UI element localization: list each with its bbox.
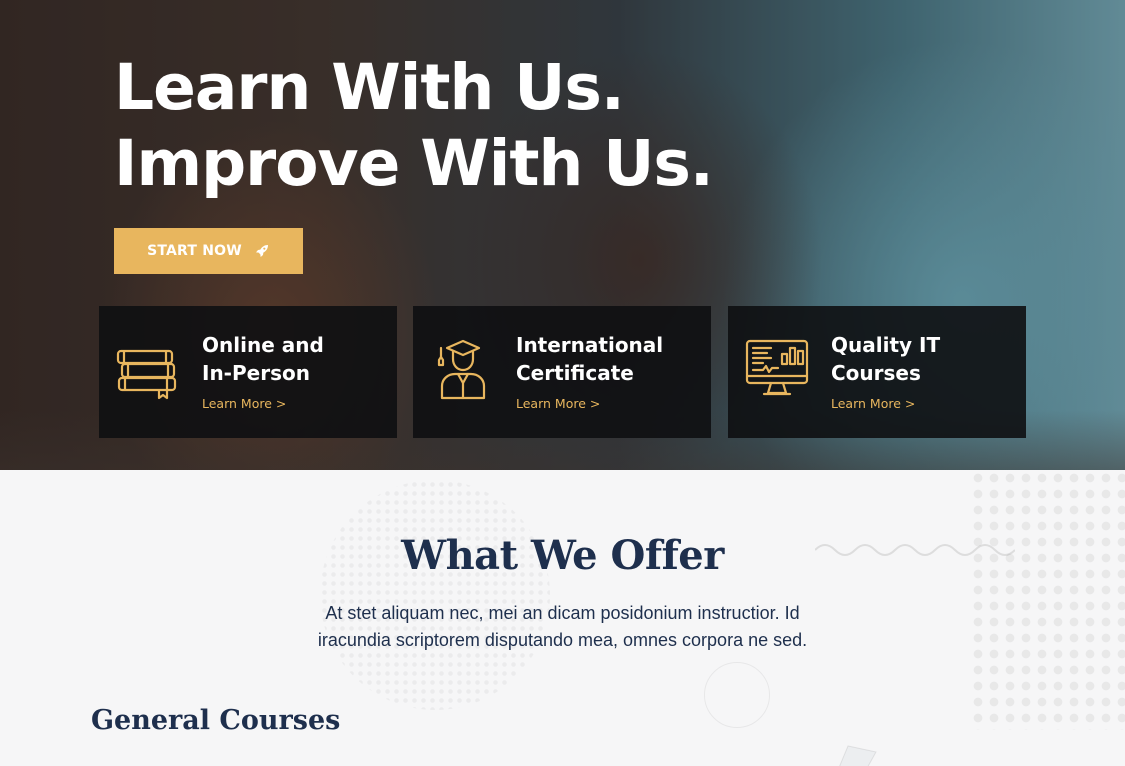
start-now-button[interactable]: START NOW [114,228,303,274]
feature-card-title: Quality IT Courses [831,331,1016,387]
feature-title-line-1: Online and [202,333,324,357]
dot-pattern-decoration [970,470,1125,730]
hero-banner: Learn With Us. Improve With Us. START NO… [0,0,1125,470]
learn-more-link[interactable]: Learn More > [831,396,915,411]
computer-monitor-icon [745,339,809,396]
learn-more-link[interactable]: Learn More > [202,396,286,411]
graduate-icon [437,339,486,400]
section-description: At stet aliquam nec, mei an dicam posido… [317,603,808,650]
feature-title-line-1: Quality IT [831,333,941,357]
shape-decoration [839,745,877,766]
feature-title-line-2: In-Person [202,361,310,385]
general-courses-heading: General Courses [91,705,341,736]
books-icon [116,349,177,400]
section-title: What We Offer [401,532,724,579]
learn-more-link[interactable]: Learn More > [516,396,600,411]
feature-card-title: International Certificate [516,331,701,387]
start-now-label: START NOW [147,243,242,259]
circle-decoration [704,662,770,728]
rocket-icon [255,245,268,257]
feature-card-certificate: International Certificate Learn More > [413,306,711,438]
hero-title: Learn With Us. Improve With Us. [114,50,714,202]
feature-card-online: Online and In-Person Learn More > [99,306,397,438]
feature-card-title: Online and In-Person [202,331,387,387]
feature-card-it-courses: Quality IT Courses Learn More > [728,306,1026,438]
feature-title-line-1: International [516,333,664,357]
what-we-offer-section: What We Offer At stet aliquam nec, mei a… [0,470,1125,766]
hero-title-line-2: Improve With Us. [114,127,714,200]
feature-title-line-2: Courses [831,361,921,385]
feature-title-line-2: Certificate [516,361,634,385]
dot-pattern-decoration [320,480,550,710]
hero-title-line-1: Learn With Us. [114,51,625,124]
